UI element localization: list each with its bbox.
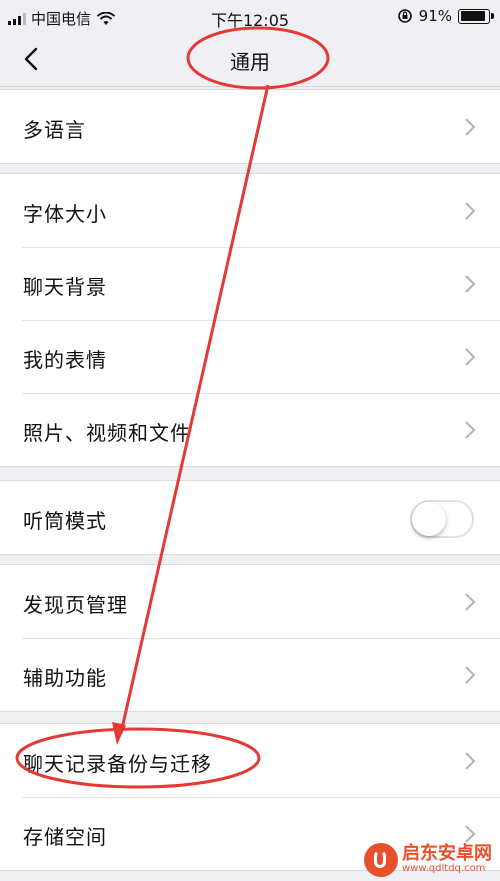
row-label: 我的表情	[23, 348, 107, 372]
battery-icon	[458, 8, 494, 24]
row-label: 存储空间	[23, 825, 107, 849]
status-right: 91%	[397, 7, 494, 25]
battery-percent: 91%	[418, 7, 452, 25]
settings-group-earpiece: 听筒模式	[0, 480, 500, 555]
chevron-right-icon	[465, 118, 476, 136]
settings-group-display: 字体大小 聊天背景 我的表情 照片、视频和文件	[0, 173, 500, 467]
earpiece-mode-toggle[interactable]	[410, 500, 474, 538]
row-label: 字体大小	[23, 202, 107, 226]
battery-fill	[460, 11, 486, 21]
watermark-name: 启东安卓网	[402, 843, 492, 865]
row-label: 发现页管理	[23, 593, 128, 617]
chevron-right-icon	[465, 421, 476, 439]
settings-row-language[interactable]: 多语言	[0, 90, 500, 163]
row-label: 多语言	[23, 118, 86, 142]
row-label: 聊天记录备份与迁移	[23, 752, 212, 776]
row-label: 辅助功能	[23, 666, 107, 690]
chevron-right-icon	[465, 666, 476, 684]
chevron-right-icon	[465, 275, 476, 293]
chevron-right-icon	[465, 202, 476, 220]
settings-row-photos-videos-files[interactable]: 照片、视频和文件	[0, 393, 500, 466]
toggle-knob	[412, 502, 446, 536]
settings-row-my-stickers[interactable]: 我的表情	[0, 320, 500, 393]
watermark-url: www.qdltdq.com	[402, 863, 486, 875]
settings-group-discover: 发现页管理 辅助功能	[0, 564, 500, 712]
settings-row-font-size[interactable]: 字体大小	[0, 174, 500, 247]
orientation-lock-icon	[397, 9, 412, 23]
settings-group-language: 多语言	[0, 89, 500, 164]
chevron-right-icon	[465, 593, 476, 611]
row-label: 聊天背景	[23, 275, 107, 299]
chevron-right-icon	[465, 825, 476, 843]
settings-row-chat-backup-migrate[interactable]: 聊天记录备份与迁移	[0, 724, 500, 797]
chevron-right-icon	[465, 348, 476, 366]
nav-bar: 通用	[0, 34, 500, 87]
chevron-right-icon	[465, 752, 476, 770]
settings-row-accessibility[interactable]: 辅助功能	[0, 638, 500, 711]
watermark: 启东安卓网 www.qdltdq.com	[364, 843, 492, 877]
page-title: 通用	[230, 50, 270, 74]
settings-row-chat-background[interactable]: 聊天背景	[0, 247, 500, 320]
row-label: 听筒模式	[23, 509, 107, 533]
settings-row-earpiece-mode: 听筒模式	[0, 481, 500, 554]
status-bar: 中国电信 下午12:05 91%	[0, 0, 500, 34]
watermark-logo-icon	[364, 843, 398, 877]
row-label: 照片、视频和文件	[23, 421, 191, 445]
settings-row-discover-manage[interactable]: 发现页管理	[0, 565, 500, 638]
